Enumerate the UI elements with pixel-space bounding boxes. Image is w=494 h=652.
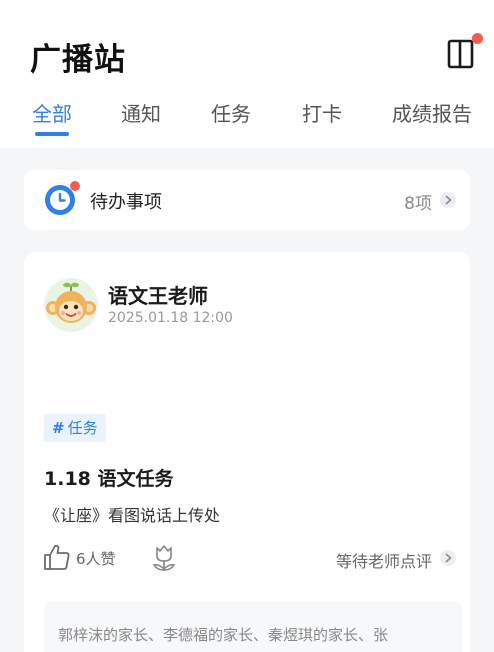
post-card: 语文王老师 2025.01.18 12:00 # 任务 1.18 语文任务 《让座… <box>24 252 470 652</box>
review-status[interactable]: 等待老师点评 <box>336 548 432 572</box>
header: 广播站 全部 通知 任务 打卡 成绩报告 <box>0 0 494 148</box>
tab-all[interactable]: 全部 <box>32 98 72 127</box>
tab-bar: 全部 通知 任务 打卡 成绩报告 <box>0 98 494 148</box>
chevron-right-icon <box>440 550 456 566</box>
tag-hash: # <box>52 419 65 437</box>
teacher-avatar[interactable] <box>44 278 98 332</box>
page-title: 广播站 <box>30 42 126 78</box>
sidebar-panel-button[interactable] <box>446 38 478 72</box>
tag-label: 任务 <box>67 419 98 437</box>
post-title[interactable]: 1.18 语文任务 <box>44 464 174 491</box>
post-time: 2025.01.18 12:00 <box>108 310 233 326</box>
likers-box: 郭梓沫的家长、李德福的家长、秦煜琪的家长、张 <box>44 602 462 652</box>
tab-report[interactable]: 成绩报告 <box>392 98 472 127</box>
chevron-right-icon <box>440 192 456 208</box>
active-tab-indicator <box>35 132 69 136</box>
notification-dot <box>472 33 483 44</box>
tab-checkin[interactable]: 打卡 <box>302 98 342 127</box>
broadcast-screen: 广播站 全部 通知 任务 打卡 成绩报告 待办事项 8项 语文王老师 2025.… <box>0 0 494 652</box>
todo-label: 待办事项 <box>90 192 162 213</box>
todo-count: 8项 <box>404 194 432 214</box>
sidebar-panel-icon <box>447 39 474 69</box>
todo-card[interactable]: 待办事项 8项 <box>24 170 470 230</box>
task-tag[interactable]: # 任务 <box>44 414 106 442</box>
flower-button[interactable] <box>148 542 180 574</box>
author-name[interactable]: 语文王老师 <box>108 280 208 309</box>
thumbs-up-icon <box>44 544 70 570</box>
flower-icon <box>152 545 176 571</box>
tab-task[interactable]: 任务 <box>211 98 251 127</box>
post-body[interactable]: 《让座》看图说话上传处 <box>44 502 220 526</box>
monkey-avatar-icon <box>44 278 98 332</box>
tab-notice[interactable]: 通知 <box>121 98 161 127</box>
likers-list: 郭梓沫的家长、李德福的家长、秦煜琪的家长、张 <box>58 626 389 644</box>
todo-badge-dot <box>70 181 80 191</box>
like-count: 6人赞 <box>76 550 116 568</box>
